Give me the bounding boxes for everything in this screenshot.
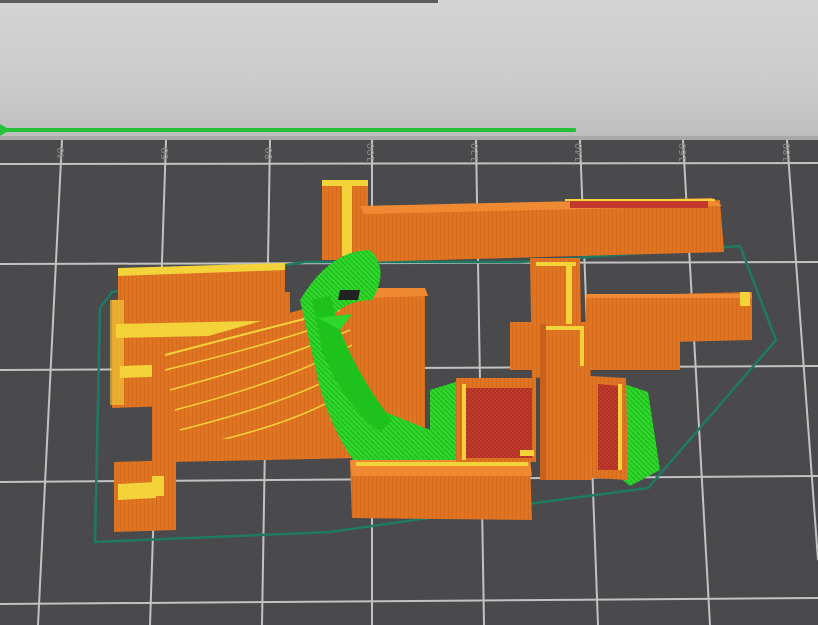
axis-tick: 160 [678, 143, 689, 162]
top-toolbar-panel [0, 0, 818, 140]
axis-tick: 40 [56, 147, 67, 160]
axis-tick: 80 [264, 147, 275, 160]
axis-tick: 140 [574, 143, 585, 162]
axis-tick: 180 [782, 143, 793, 162]
axis-tick: 100 [366, 143, 377, 162]
part-long-bar [322, 180, 724, 262]
layer-slider[interactable] [6, 128, 576, 132]
part-front-plate [350, 460, 532, 520]
print-bed-view[interactable]: 40 60 80 100 120 140 160 180 [0, 140, 818, 625]
axis-tick: 120 [470, 143, 481, 162]
axis-tick: 60 [160, 147, 171, 160]
top-strip [0, 0, 438, 3]
